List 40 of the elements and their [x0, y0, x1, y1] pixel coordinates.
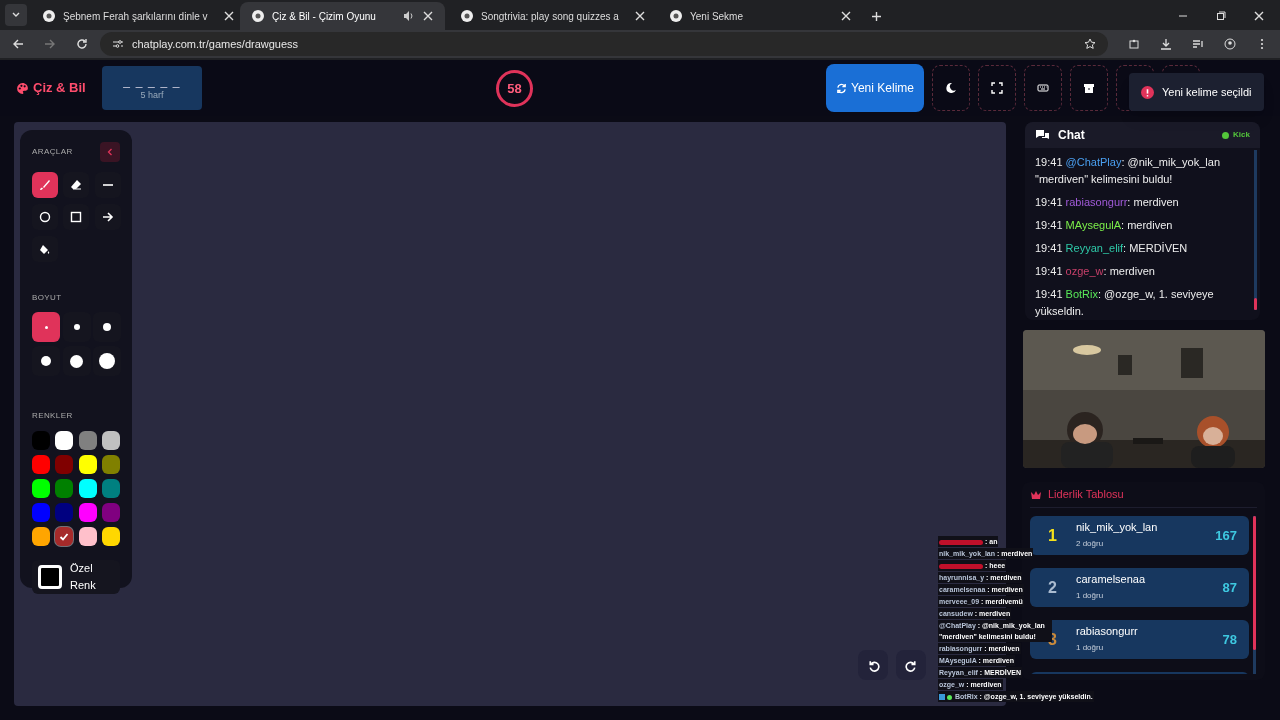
address-bar[interactable]: chatplay.com.tr/games/drawguess	[100, 32, 1108, 56]
chat-message: 19:41 Reyyan_elif: MERDİVEN	[1035, 241, 1189, 256]
player-name: caramelsenaa	[1076, 572, 1147, 587]
tab-title: Şebnem Ferah şarkılarını dinle v	[63, 9, 208, 24]
new-word-button[interactable]: Yeni Kelime	[826, 64, 924, 112]
word-hint: _ _ _ _ _	[123, 73, 181, 89]
score: 78	[1222, 630, 1237, 649]
tab-title: Çiz & Bil - Çizim Oyunu	[272, 9, 376, 24]
section-title: ARAÇLAR	[32, 146, 73, 158]
source-label: Kick	[1233, 129, 1250, 141]
chat-message: 19:41 BotRix: @ozge_w, 1. seviyeye yükseldin.	[1035, 287, 1215, 319]
correct-count: 1 doğru	[1076, 642, 1105, 655]
chat-message: 19:41 @ChatPlay: @nik_mik_yok_lan "merdiven" kelimesini buldu!	[1035, 155, 1221, 187]
rank-number: 2	[1048, 577, 1058, 598]
correct-count: 2 doğru	[1076, 538, 1105, 551]
tab-title: Songtrivia: play song quizzes a	[481, 9, 619, 24]
browser-tab[interactable]: Şebnem Ferah şarkılarını dinle v	[31, 2, 236, 30]
section-title: BOYUT	[32, 292, 63, 304]
timer: 58	[496, 70, 533, 107]
panel-title: Liderlik Tablosu	[1048, 487, 1124, 503]
chat-message: 19:41 rabiasongurr: merdiven	[1035, 195, 1180, 210]
rank-number: 1	[1048, 525, 1058, 546]
letter-count: 5 harf	[140, 88, 164, 102]
tab-title: Yeni Sekme	[690, 9, 743, 24]
chat-message: 19:41 MAysegulA: merdiven	[1035, 218, 1174, 233]
browser-tab[interactable]: Yeni Sekme	[658, 2, 863, 30]
custom-color-button[interactable]: Özel Renk	[32, 560, 120, 594]
section-title: RENKLER	[32, 410, 74, 422]
player-name: rabiasongurr	[1076, 624, 1139, 639]
browser-tab[interactable]: Çiz & Bil - Çizim Oyunu	[240, 2, 445, 30]
browser-tab[interactable]: Songtrivia: play song quizzes a	[449, 2, 654, 30]
url-text: chatplay.com.tr/games/drawguess	[132, 36, 299, 52]
panel-title: Chat	[1058, 127, 1085, 144]
player-name: nik_mik_yok_lan	[1076, 520, 1159, 535]
correct-count: 1 doğru	[1076, 590, 1105, 603]
app-logo: Çiz & Bil	[33, 79, 86, 98]
score: 167	[1215, 526, 1237, 545]
score: 87	[1222, 578, 1237, 597]
chat-message: 19:41 ozge_w: merdiven	[1035, 264, 1156, 279]
toast-text: Yeni kelime seçildi	[1162, 84, 1252, 100]
